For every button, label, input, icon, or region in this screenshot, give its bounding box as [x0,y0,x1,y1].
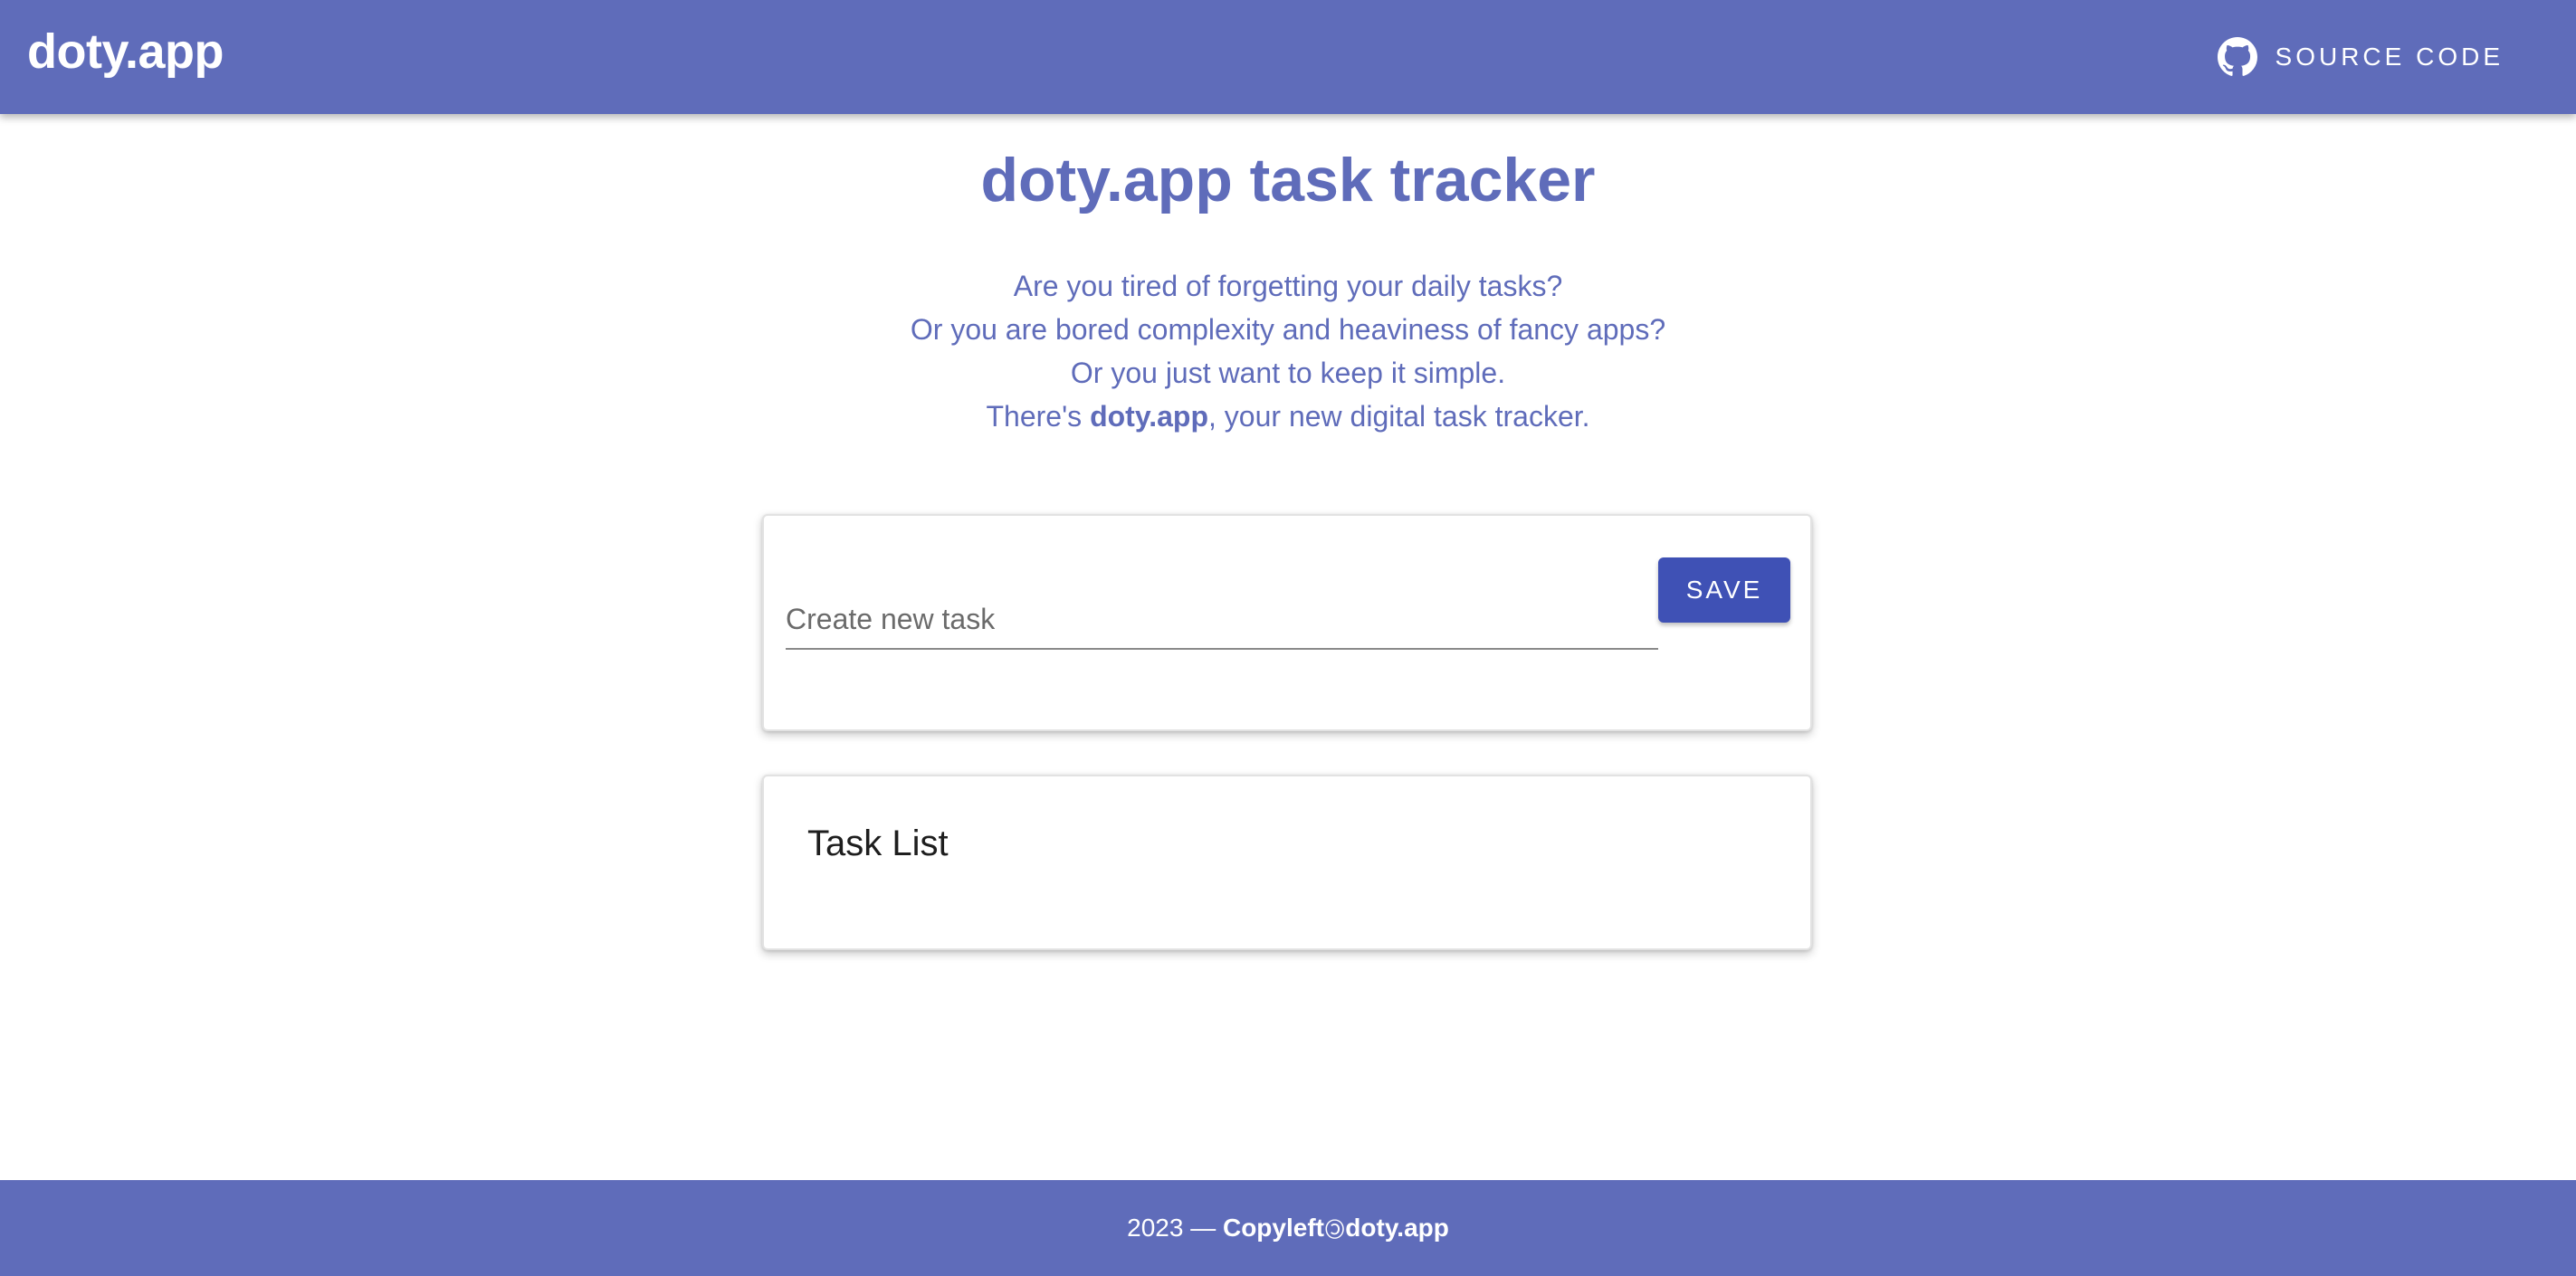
create-task-card: SAVE [762,514,1812,731]
source-code-button[interactable]: Source Code [2199,25,2522,89]
intro-brand: doty.app [1090,400,1209,433]
main-content: doty.app task tracker Are you tired of f… [0,114,2576,1180]
task-list-title: Task List [807,824,949,863]
task-field [786,592,1658,650]
copyleft-icon: 🄯 [1323,1215,1346,1243]
brand-logo[interactable]: doty.app [27,24,224,80]
intro-line-4-prefix: There's [986,400,1091,433]
footer-brand[interactable]: doty.app [1345,1214,1449,1243]
source-code-label: Source Code [2275,43,2504,71]
footer-copyleft: Copyleft [1222,1214,1324,1242]
intro-line-4: There's doty.app, your new digital task … [0,395,2576,438]
save-button[interactable]: SAVE [1658,557,1790,623]
intro-line-4-suffix: , your new digital task tracker. [1208,400,1590,433]
page: doty.app Source Code doty.app task track… [0,0,2576,1276]
intro-line-2: Or you are bored complexity and heavines… [910,313,1666,346]
intro-line-1: Are you tired of forgetting your daily t… [1013,270,1563,302]
footer: 2023 — Copyleft 🄯 doty.app [0,1180,2576,1276]
create-task-input[interactable] [786,592,1658,646]
app-bar: doty.app Source Code [0,0,2576,114]
github-icon [2217,37,2257,76]
footer-year: 2023 — [1127,1214,1216,1242]
intro-line-3: Or you just want to keep it simple. [1070,357,1506,389]
task-list-card: Task List [762,775,1812,950]
intro-text: Are you tired of forgetting your daily t… [0,264,2576,438]
page-title: doty.app task tracker [980,146,1596,214]
